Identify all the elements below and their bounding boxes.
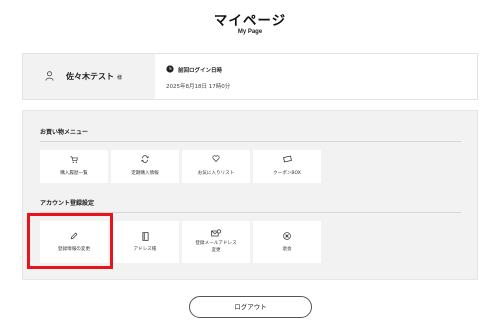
tile-label: クーポンBOX (273, 171, 301, 176)
section-divider (40, 141, 461, 142)
tile-address-book[interactable]: アドレス帳 (111, 221, 179, 263)
tile-withdraw[interactable]: 退会 (253, 221, 321, 263)
page-subtitle: My Page (237, 29, 263, 35)
coupon-icon (253, 155, 321, 163)
tile-favorites[interactable]: お気に入りリスト (182, 150, 250, 183)
address-book-icon (111, 232, 179, 241)
user-name-text: 佐々木テスト (66, 72, 114, 81)
tile-coupon-box[interactable]: クーポンBOX (253, 150, 321, 183)
heart-icon (182, 155, 250, 162)
tile-label-line2: 変更 (211, 248, 221, 253)
tile-label: アドレス帳 (133, 247, 157, 252)
tile-purchase-history[interactable]: 購入履歴一覧 (40, 150, 108, 183)
last-login-value: 2025年8月18日 17時0分 (166, 84, 231, 90)
cart-icon (40, 156, 108, 163)
tile-label: 退会 (282, 247, 292, 252)
last-login-label: 前回ログイン日時 (178, 68, 223, 74)
user-card: 佐々木テスト様 前回ログイン日時 2025年8月18日 17時0分 (22, 53, 478, 100)
user-icon (45, 71, 54, 81)
clock-icon (166, 65, 174, 73)
user-name: 佐々木テスト様 (66, 71, 122, 82)
tile-label: 定期購入情報 (131, 171, 159, 176)
highlight-box (27, 213, 113, 269)
page-title: マイページ (213, 13, 287, 29)
user-honorific: 様 (117, 75, 123, 81)
shopping-menu-title: お買い物メニュー (40, 129, 89, 136)
tile-change-email[interactable]: 登録メールアドレス 変更 (182, 221, 250, 263)
repeat-icon (111, 155, 179, 163)
tile-subscription[interactable]: 定期購入情報 (111, 150, 179, 183)
tile-label: 購入履歴一覧 (60, 171, 88, 176)
logout-button[interactable]: ログアウト (189, 296, 312, 318)
tile-label: お気に入りリスト (197, 171, 235, 176)
account-menu-title: アカウント登録設定 (40, 200, 95, 207)
mail-settings-icon (182, 229, 250, 238)
user-info-panel: 佐々木テスト様 (23, 54, 155, 99)
close-circle-icon (253, 232, 321, 240)
tile-label: 登録メールアドレス (195, 241, 237, 246)
